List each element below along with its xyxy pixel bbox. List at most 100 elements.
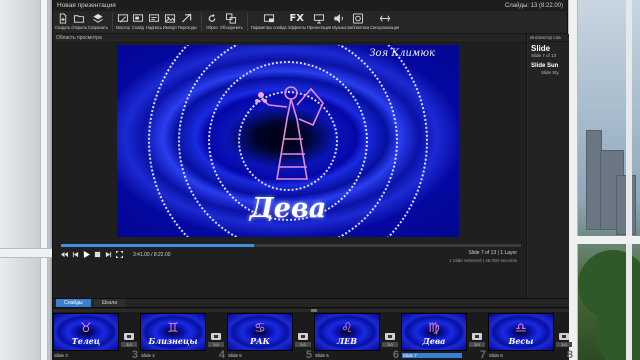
library-icon bbox=[351, 12, 365, 25]
stop-icon[interactable] bbox=[94, 251, 101, 258]
main-area: Область просмотра Зоя Климюк Дева 3:41.0… bbox=[53, 34, 569, 298]
app-window: Новая презентация Слайды: 13 (8:22.00) С… bbox=[52, 0, 573, 360]
window-title: Новая презентация bbox=[57, 2, 116, 9]
sync-button[interactable]: Синхронизация bbox=[370, 12, 399, 30]
slide-options-icon bbox=[262, 12, 276, 25]
slide-number: 5 bbox=[305, 349, 312, 360]
camera-icon[interactable] bbox=[211, 333, 221, 340]
slide-number: 7 bbox=[479, 349, 486, 360]
camera-icon[interactable] bbox=[124, 333, 134, 340]
slide-thumbnail[interactable]: ♍ Дева 3.0 Slide 77 bbox=[401, 313, 487, 360]
slide-caption: Slide 3 bbox=[54, 353, 68, 358]
slide-thumbnail-title: Весы bbox=[508, 336, 534, 346]
slide-thumbnail-title: РАК bbox=[250, 336, 270, 346]
slide-thumbnails: ♉ Телец 3.0 Slide 3 3 ♊ Близнецы 3.0 Slide 4 4 ♋ РА… bbox=[53, 313, 573, 360]
zodiac-glyph: ♋ bbox=[254, 320, 266, 335]
merge-button[interactable]: Объединить bbox=[220, 12, 243, 30]
slide-thumbnail[interactable]: ♎ Весы 3.0 Slide 88 bbox=[488, 313, 574, 360]
zodiac-glyph: ♊ bbox=[167, 320, 179, 335]
presentation-button[interactable]: Презентация bbox=[307, 12, 331, 30]
zodiac-glyph: ♎ bbox=[515, 320, 527, 335]
slide-icon bbox=[131, 12, 145, 25]
step-back-icon[interactable] bbox=[72, 251, 79, 258]
slide-button[interactable]: Слайд bbox=[131, 12, 145, 30]
slide-author: Зоя Климюк bbox=[369, 48, 435, 59]
library-button[interactable]: Библиотека bbox=[347, 12, 369, 30]
zodiac-glyph: ♉ bbox=[80, 320, 92, 335]
slide-thumbnail-image: ♍ Дева bbox=[401, 313, 467, 351]
rewind-icon[interactable] bbox=[61, 251, 68, 258]
slide-duration[interactable]: 3.0 bbox=[469, 342, 485, 347]
transitions-button[interactable]: Переходы bbox=[178, 12, 197, 30]
slide-thumbnail-image: ♎ Весы bbox=[488, 313, 554, 351]
play-icon[interactable] bbox=[83, 251, 90, 258]
slide-inspector: Инспектор сла Slide Slide 7 of 13 Slide … bbox=[528, 34, 569, 298]
tab-timeline[interactable]: Шкала bbox=[93, 299, 125, 307]
camera-icon[interactable] bbox=[559, 333, 569, 340]
merge-icon bbox=[224, 12, 238, 25]
import-button[interactable]: Импорт bbox=[163, 12, 177, 30]
slides-status: Слайды: 13 (8:22.00) bbox=[504, 2, 563, 9]
slide-caption: Slide 5 bbox=[228, 353, 242, 358]
slide-thumbnail[interactable]: ♌ ЛЕВ 3.0 Slide 6 6 bbox=[314, 313, 400, 360]
rotate-button[interactable]: Обрез bbox=[205, 12, 219, 30]
fx-icon: FX bbox=[289, 13, 304, 24]
inspector-title: Slide bbox=[531, 44, 551, 53]
tab-slides[interactable]: Слайды bbox=[56, 299, 91, 307]
slide-thumbnail[interactable]: ♉ Телец 3.0 Slide 33 bbox=[53, 313, 139, 360]
slide-duration[interactable]: 3.0 bbox=[121, 342, 137, 347]
virgo-figure-image bbox=[255, 86, 324, 180]
camera-icon[interactable] bbox=[472, 333, 482, 340]
slide-thumbnail-title: ЛЕВ bbox=[337, 336, 357, 346]
slide-options-button[interactable]: Параметры слайда bbox=[251, 12, 287, 30]
slide-number: 8 bbox=[566, 349, 573, 360]
slide-canvas[interactable]: Зоя Климюк Дева bbox=[117, 45, 459, 237]
preview-header: Область просмотра bbox=[53, 34, 526, 43]
titlebar: Новая презентация Слайды: 13 (8:22.00) bbox=[53, 0, 567, 11]
strip-scrollbar[interactable] bbox=[53, 309, 569, 312]
step-forward-icon[interactable] bbox=[105, 251, 112, 258]
transitions-icon bbox=[180, 12, 194, 25]
slide-info: Slide 7 of 13 | 1 Layer 1 Slide Selected… bbox=[449, 250, 517, 263]
sync-icon bbox=[378, 12, 392, 25]
slide-thumbnail[interactable]: ♋ РАК 3.0 Slide 55 bbox=[227, 313, 313, 360]
slide-duration[interactable]: 3.0 bbox=[556, 342, 572, 347]
slide-duration[interactable]: 3.0 bbox=[295, 342, 311, 347]
slide-thumbnail-title: Близнецы bbox=[148, 336, 198, 346]
slide-number: 6 bbox=[392, 349, 399, 360]
slide-caption: Slide 6 bbox=[315, 353, 329, 358]
wizard-button[interactable]: Мастер bbox=[116, 12, 130, 30]
window-frame-right bbox=[568, 0, 640, 360]
save-button[interactable]: Сохранить bbox=[88, 12, 108, 30]
caption-icon bbox=[147, 12, 161, 25]
new-file-icon bbox=[56, 12, 70, 25]
slide-thumbnail-title: Телец bbox=[71, 336, 101, 346]
seek-bar[interactable] bbox=[61, 244, 521, 247]
inspector-section-title[interactable]: Slide Sun bbox=[528, 58, 569, 69]
preview-panel: Область просмотра Зоя Климюк Дева 3:41.0… bbox=[53, 34, 527, 298]
slide-number: 4 bbox=[218, 349, 225, 360]
playback-controls: 3:41.00 / 8:22.00 bbox=[61, 251, 171, 258]
inspector-section-item[interactable]: Slide Sty bbox=[528, 69, 569, 75]
slide-duration[interactable]: 3.0 bbox=[382, 342, 398, 347]
new-button[interactable]: Создать bbox=[55, 12, 70, 30]
slide-thumbnail-image: ♌ ЛЕВ bbox=[314, 313, 380, 351]
window-frame-left bbox=[0, 0, 52, 360]
import-icon bbox=[163, 12, 177, 25]
slide-duration[interactable]: 3.0 bbox=[208, 342, 224, 347]
camera-icon[interactable] bbox=[298, 333, 308, 340]
effects-button[interactable]: FX Эффекты bbox=[288, 12, 306, 30]
open-button[interactable]: Открыть bbox=[71, 12, 87, 30]
inspector-header: Инспектор сла bbox=[528, 34, 569, 42]
slide-thumbnail-image: ♋ РАК bbox=[227, 313, 293, 351]
slide-thumbnail-image: ♉ Телец bbox=[53, 313, 119, 351]
slide-strip: Слайды Шкала ♉ Телец 3.0 Slide 3 3 ♊ Близнецы 3… bbox=[53, 298, 573, 360]
camera-icon[interactable] bbox=[385, 333, 395, 340]
strip-tabs: Слайды Шкала bbox=[53, 299, 569, 308]
slide-thumbnail[interactable]: ♊ Близнецы 3.0 Slide 44 bbox=[140, 313, 226, 360]
caption-button[interactable]: Надпись bbox=[146, 12, 162, 30]
music-button[interactable]: Музыка bbox=[332, 12, 346, 30]
wizard-icon bbox=[116, 12, 130, 25]
fullscreen-icon[interactable] bbox=[116, 251, 123, 258]
slide-thumbnail-image: ♊ Близнецы bbox=[140, 313, 206, 351]
